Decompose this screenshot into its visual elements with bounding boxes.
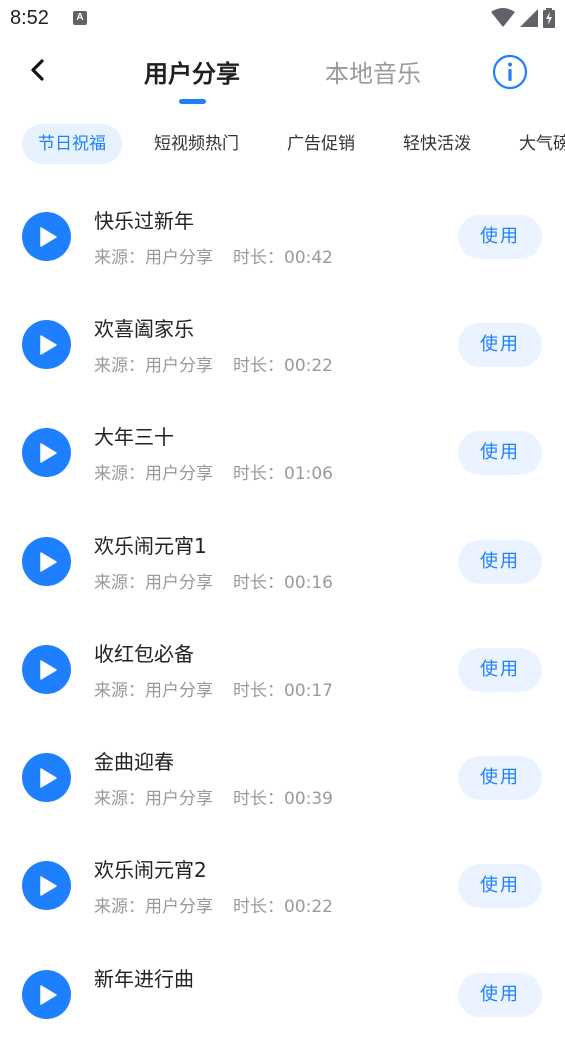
- song-title: 快乐过新年: [94, 209, 194, 233]
- play-icon: [40, 335, 57, 355]
- chip-ad-promo[interactable]: 广告促销: [271, 124, 371, 164]
- list-item: 欢乐闹元宵1 来源：用户分享 时长：00:16 使用: [0, 508, 565, 616]
- chip-lively[interactable]: 轻快活泼: [387, 124, 487, 164]
- play-button[interactable]: [22, 970, 71, 1019]
- chevron-left-icon: [31, 59, 44, 81]
- song-duration: 时长：00:22: [233, 897, 333, 917]
- song-duration: 时长：00:22: [233, 356, 333, 376]
- song-title: 欢乐闹元宵1: [94, 534, 207, 558]
- use-button[interactable]: 使用: [458, 215, 542, 259]
- song-source: 来源：用户分享: [94, 248, 213, 268]
- song-source: 来源：用户分享: [94, 356, 213, 376]
- song-source: 来源：用户分享: [94, 681, 213, 701]
- top-nav: 用户分享 本地音乐: [0, 38, 565, 106]
- play-icon: [40, 768, 57, 788]
- tab-indicator: [179, 99, 206, 104]
- song-duration: 时长：00:39: [233, 789, 333, 809]
- use-button[interactable]: 使用: [458, 648, 542, 692]
- play-button[interactable]: [22, 212, 71, 261]
- chip-festival-wishes[interactable]: 节日祝福: [22, 124, 122, 164]
- play-button[interactable]: [22, 428, 71, 477]
- tab-user-share[interactable]: 用户分享: [144, 54, 240, 89]
- song-meta: 来源：用户分享 时长：00:39: [94, 784, 333, 809]
- song-meta: 来源：用户分享 时长：00:16: [94, 568, 333, 593]
- battery-charging-icon: [543, 8, 555, 28]
- song-meta: [94, 1001, 114, 1021]
- song-meta: 来源：用户分享 时长：01:06: [94, 459, 333, 484]
- song-meta: 来源：用户分享 时长：00:22: [94, 351, 333, 376]
- info-button[interactable]: [492, 54, 528, 90]
- list-item: 欢喜阖家乐 来源：用户分享 时长：00:22 使用: [0, 291, 565, 399]
- song-title: 欢乐闹元宵2: [94, 858, 207, 882]
- play-icon: [40, 552, 57, 572]
- status-icons: [491, 8, 555, 28]
- play-icon: [40, 660, 57, 680]
- status-bar: 8:52 A: [0, 0, 565, 38]
- list-item: 新年进行曲 使用: [0, 941, 565, 1049]
- play-icon: [40, 876, 57, 896]
- song-source: 来源：用户分享: [94, 789, 213, 809]
- list-item: 收红包必备 来源：用户分享 时长：00:17 使用: [0, 616, 565, 724]
- play-button[interactable]: [22, 753, 71, 802]
- tab-local-music[interactable]: 本地音乐: [325, 54, 421, 89]
- play-button[interactable]: [22, 320, 71, 369]
- chip-grand[interactable]: 大气磅: [503, 124, 565, 164]
- signal-icon: [520, 9, 538, 27]
- song-duration: 时长：00:16: [233, 573, 333, 593]
- song-source: 来源：用户分享: [94, 573, 213, 593]
- play-icon: [40, 443, 57, 463]
- song-duration: 时长：00:17: [233, 681, 333, 701]
- play-icon: [40, 985, 57, 1005]
- wifi-icon: [491, 8, 515, 27]
- song-title: 金曲迎春: [94, 750, 174, 774]
- use-button[interactable]: 使用: [458, 431, 542, 475]
- song-title: 欢喜阖家乐: [94, 317, 194, 341]
- list-item: 大年三十 来源：用户分享 时长：01:06 使用: [0, 399, 565, 507]
- song-title: 收红包必备: [94, 642, 194, 666]
- use-button[interactable]: 使用: [458, 864, 542, 908]
- back-button[interactable]: [24, 56, 52, 84]
- notification-a-icon: A: [73, 11, 87, 25]
- play-button[interactable]: [22, 537, 71, 586]
- list-item: 金曲迎春 来源：用户分享 时长：00:39 使用: [0, 724, 565, 832]
- song-meta: 来源：用户分享 时长：00:42: [94, 243, 333, 268]
- status-time: 8:52: [10, 7, 49, 29]
- song-title: 大年三十: [94, 425, 174, 449]
- song-title: 新年进行曲: [94, 967, 194, 991]
- info-circle-icon: [492, 54, 528, 90]
- list-item: 欢乐闹元宵2 来源：用户分享 时长：00:22 使用: [0, 832, 565, 940]
- song-duration: 时长：01:06: [233, 464, 333, 484]
- song-duration: 时长：00:42: [233, 248, 333, 268]
- category-chips: 节日祝福 短视频热门 广告促销 轻快活泼 大气磅: [0, 122, 565, 166]
- use-button[interactable]: 使用: [458, 540, 542, 584]
- chip-short-video-hot[interactable]: 短视频热门: [138, 124, 255, 164]
- song-source: 来源：用户分享: [94, 464, 213, 484]
- song-source: 来源：用户分享: [94, 897, 213, 917]
- play-icon: [40, 227, 57, 247]
- use-button[interactable]: 使用: [458, 323, 542, 367]
- list-item: 快乐过新年 来源：用户分享 时长：00:42 使用: [0, 183, 565, 291]
- use-button[interactable]: 使用: [458, 756, 542, 800]
- play-button[interactable]: [22, 645, 71, 694]
- song-meta: 来源：用户分享 时长：00:22: [94, 892, 333, 917]
- use-button[interactable]: 使用: [458, 973, 542, 1017]
- play-button[interactable]: [22, 861, 71, 910]
- song-meta: 来源：用户分享 时长：00:17: [94, 676, 333, 701]
